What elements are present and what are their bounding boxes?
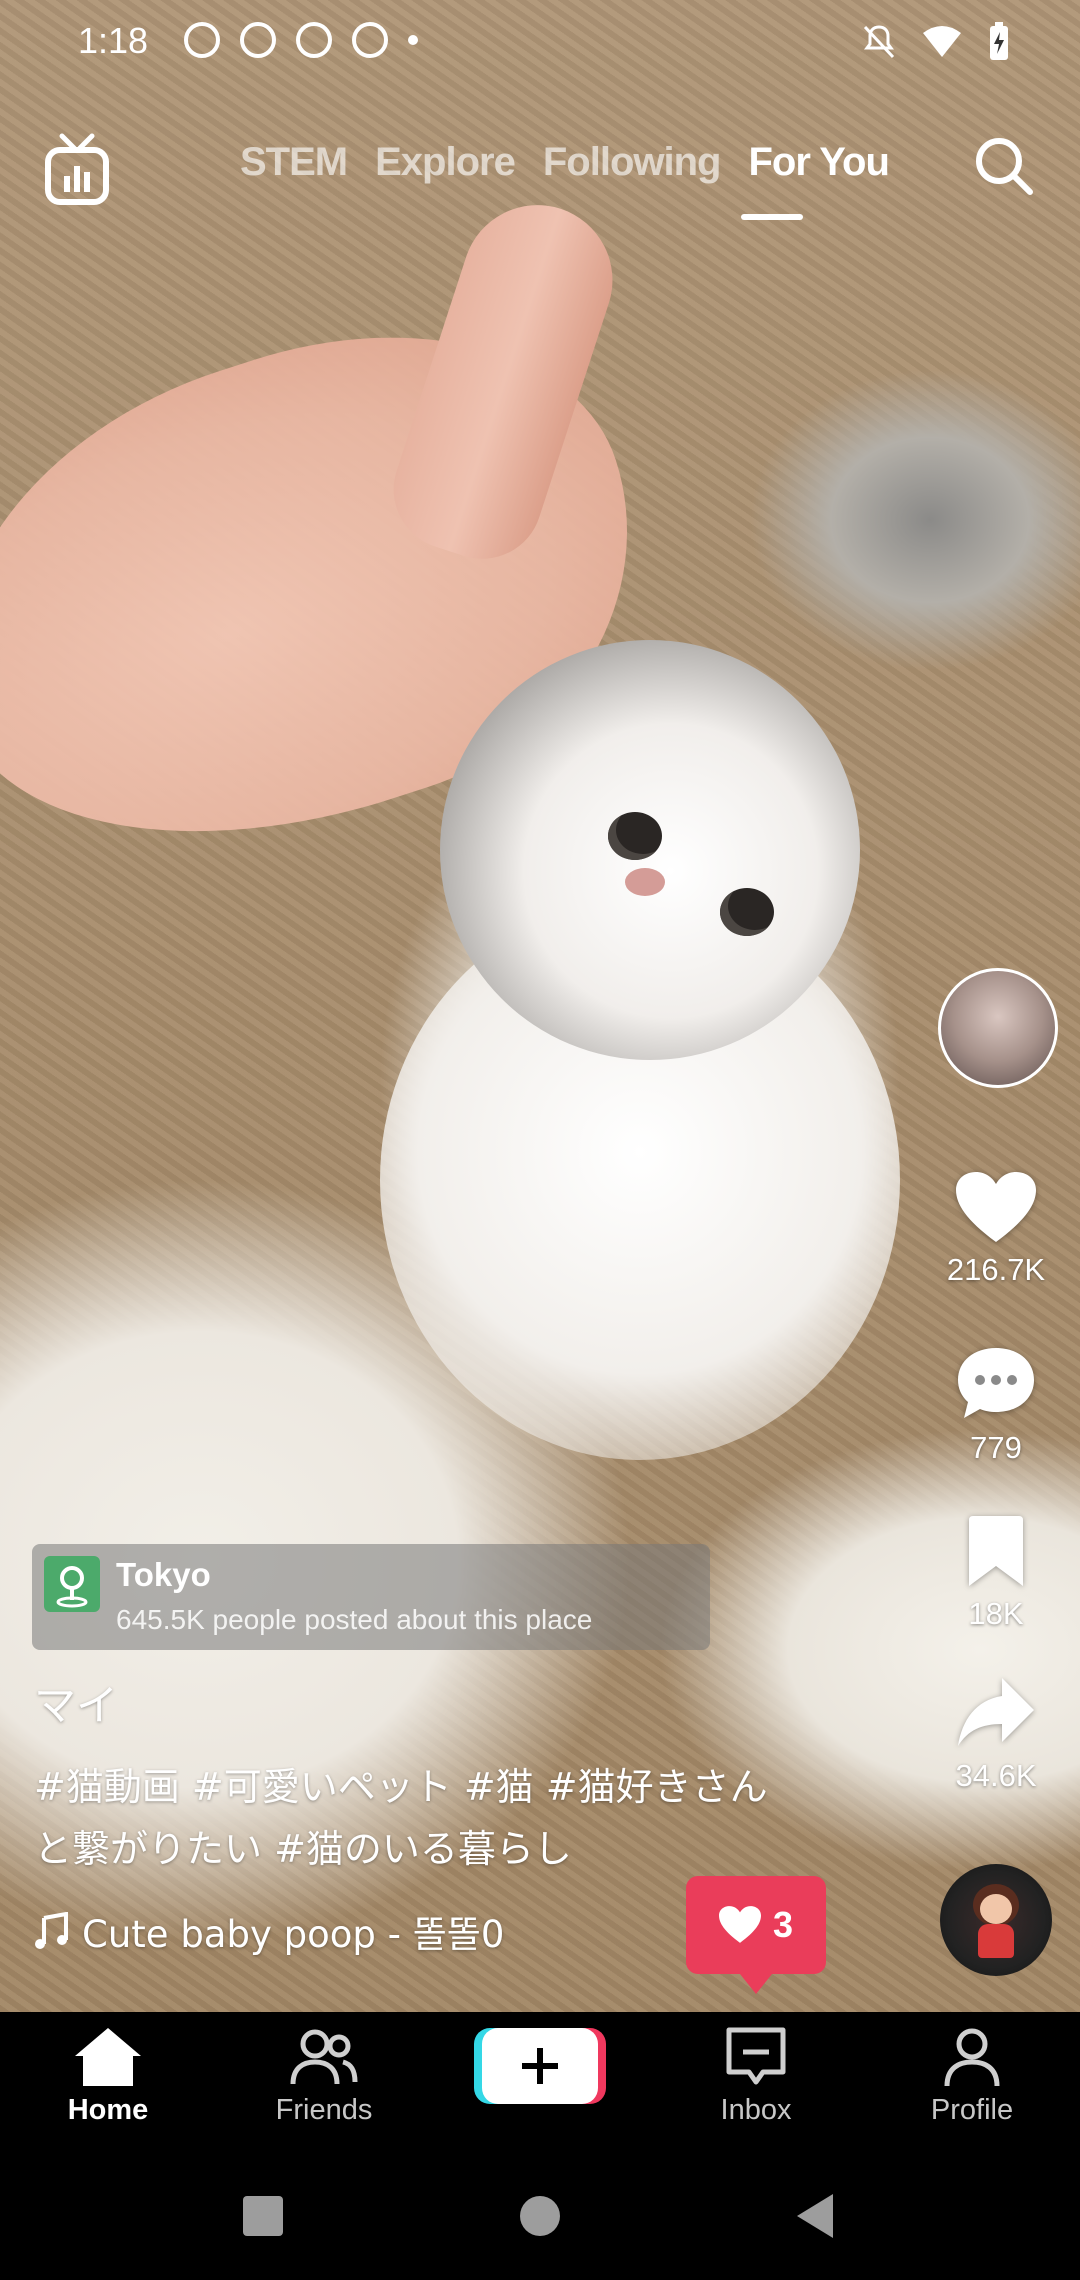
like-count: 216.7K bbox=[946, 1252, 1046, 1287]
caption-line: と繋がりたい #猫のいる暮らし bbox=[34, 1827, 572, 1871]
back-button[interactable] bbox=[797, 2194, 833, 2238]
bottom-nav: Home Friends Inbox Profile bbox=[0, 2012, 1080, 2154]
bookmark-icon[interactable] bbox=[965, 1516, 1027, 1588]
sound-title: Cute baby poop - 똘똘0 bbox=[82, 1913, 505, 1956]
location-name: Tokyo bbox=[116, 1556, 211, 1593]
heart-icon bbox=[718, 1906, 761, 1943]
pinterest-icon bbox=[296, 22, 332, 58]
location-chip[interactable]: Tokyo 645.5K people posted about this pl… bbox=[32, 1544, 710, 1650]
nav-friends-label: Friends bbox=[275, 2094, 373, 2126]
recents-button[interactable] bbox=[243, 2196, 283, 2236]
pinterest-icon bbox=[352, 22, 388, 58]
comment-icon[interactable] bbox=[956, 1346, 1036, 1422]
nav-profile[interactable]: Profile bbox=[864, 2026, 1080, 2127]
battery-charging-icon bbox=[990, 22, 1008, 60]
tab-following[interactable]: Following bbox=[543, 140, 722, 185]
status-time: 1:18 bbox=[78, 20, 149, 61]
home-button[interactable] bbox=[520, 2196, 560, 2236]
status-bar: 1:18 bbox=[0, 0, 1080, 88]
disc-girl-face bbox=[980, 1894, 1012, 1924]
home-icon bbox=[75, 2028, 141, 2086]
location-pin-icon bbox=[44, 1556, 100, 1612]
save-action[interactable]: 18K bbox=[936, 1516, 1056, 1632]
notification-icons bbox=[184, 22, 418, 58]
disc-girl-dress bbox=[978, 1924, 1014, 1958]
feed-tabs: STEM Explore Following For You bbox=[240, 140, 890, 185]
creator-avatar[interactable] bbox=[938, 968, 1058, 1088]
mute-bell-icon bbox=[863, 25, 895, 59]
heart-icon[interactable] bbox=[956, 1172, 1036, 1244]
music-note-icon bbox=[35, 1912, 68, 1949]
system-nav-bar bbox=[0, 2154, 1080, 2280]
like-action[interactable]: 216.7K bbox=[936, 1172, 1056, 1288]
friends-icon bbox=[290, 2029, 358, 2085]
video-player[interactable] bbox=[0, 0, 1080, 2012]
tab-stem[interactable]: STEM bbox=[240, 140, 348, 185]
sound-link[interactable]: Cute baby poop - 똘똘0 bbox=[34, 1904, 504, 1958]
author-name[interactable]: マイ bbox=[34, 1672, 118, 1733]
music-disc[interactable] bbox=[940, 1864, 1052, 1976]
nav-inbox-label: Inbox bbox=[720, 2094, 792, 2126]
kitten-eye-left bbox=[608, 812, 662, 860]
plus-icon bbox=[522, 2048, 558, 2084]
nav-friends[interactable]: Friends bbox=[216, 2026, 432, 2127]
tab-explore[interactable]: Explore bbox=[375, 140, 516, 185]
like-notification-popup[interactable]: 3 bbox=[686, 1876, 826, 1994]
nav-profile-label: Profile bbox=[930, 2094, 1014, 2126]
nav-home-label: Home bbox=[67, 2094, 149, 2126]
profile-icon bbox=[944, 2028, 1000, 2087]
tab-for-you[interactable]: For You bbox=[748, 140, 889, 185]
comment-count: 779 bbox=[970, 1430, 1022, 1465]
wifi-icon bbox=[923, 26, 961, 57]
nav-home[interactable]: Home bbox=[0, 2026, 216, 2127]
location-description: 645.5K people posted about this place bbox=[116, 1604, 593, 1635]
top-nav: STEM Explore Following For You bbox=[0, 120, 1080, 230]
like-notification-count: 3 bbox=[772, 1904, 794, 1945]
threads-icon bbox=[184, 22, 220, 58]
share-count: 34.6K bbox=[955, 1758, 1037, 1793]
tv-live-icon[interactable] bbox=[44, 132, 110, 208]
system-icons bbox=[862, 22, 1010, 62]
active-tab-indicator bbox=[741, 214, 803, 220]
create-button[interactable] bbox=[482, 2028, 598, 2104]
kitten-eye-right bbox=[720, 888, 774, 936]
save-count: 18K bbox=[968, 1596, 1024, 1631]
nav-inbox[interactable]: Inbox bbox=[648, 2026, 864, 2127]
share-action[interactable]: 34.6K bbox=[936, 1676, 1056, 1794]
share-arrow-icon[interactable] bbox=[956, 1676, 1036, 1750]
dot-icon bbox=[408, 35, 418, 45]
comment-action[interactable]: 779 bbox=[936, 1346, 1056, 1466]
search-icon[interactable] bbox=[972, 134, 1036, 198]
kitten-nose bbox=[625, 868, 665, 896]
inbox-icon bbox=[726, 2027, 786, 2085]
caption-line: #猫動画 #可愛いペット #猫 #猫好きさん bbox=[34, 1765, 768, 1809]
post-caption[interactable]: #猫動画 #可愛いペット #猫 #猫好きさん と繋がりたい #猫のいる暮らし bbox=[34, 1756, 834, 1880]
record-icon bbox=[240, 22, 276, 58]
